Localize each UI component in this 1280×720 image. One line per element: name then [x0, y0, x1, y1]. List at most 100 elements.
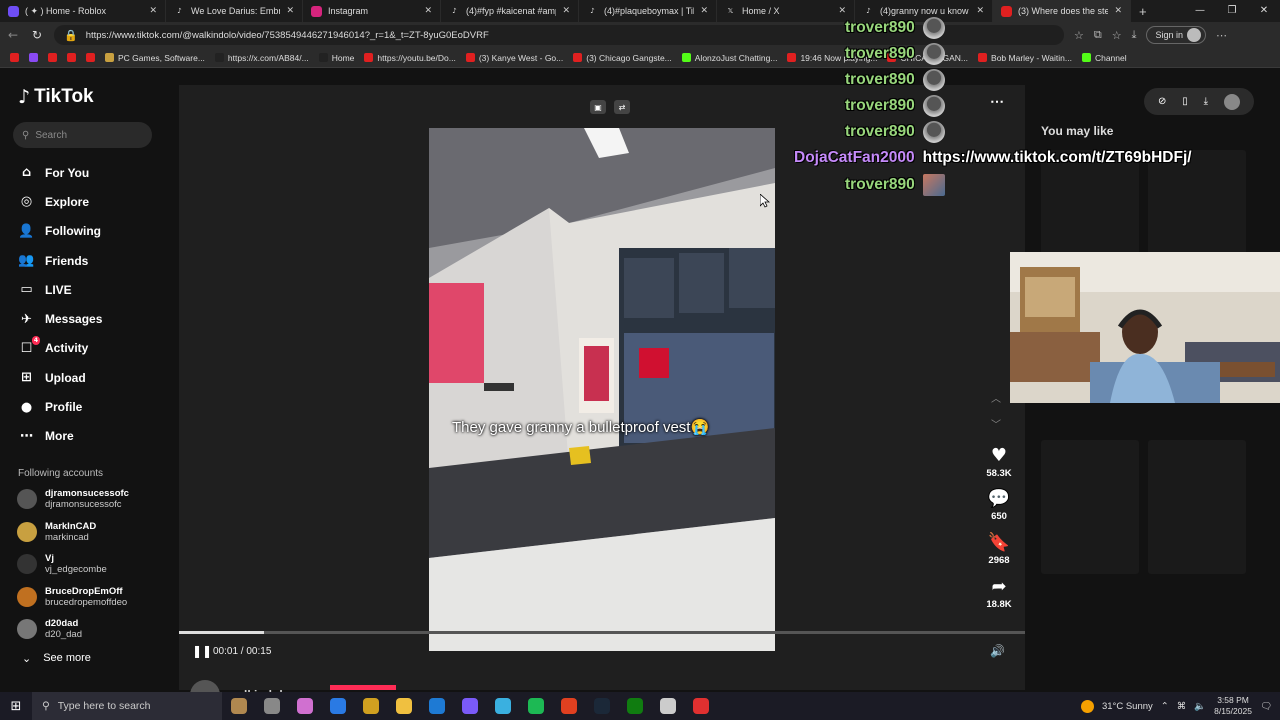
bookmark-item[interactable] [29, 53, 38, 62]
following-account[interactable]: djramonsucessofc djramonsucessofc [17, 488, 167, 510]
bookmark-item[interactable]: PC Games, Software... [105, 53, 205, 63]
close-icon[interactable]: ✕ [976, 6, 984, 16]
close-icon[interactable]: ✕ [1114, 6, 1122, 16]
like-button[interactable]: ♥ 58.3K [980, 445, 1018, 479]
network-icon[interactable]: ⌘ [1177, 701, 1187, 712]
sidebar-item-explore[interactable]: ◎ Explore [18, 187, 168, 216]
following-account[interactable]: Vj vj_edgecombe [17, 553, 167, 575]
new-tab-button[interactable]: + [1131, 4, 1155, 19]
sidebar-item-upload[interactable]: ⊞ Upload [18, 363, 168, 392]
share-button[interactable]: ➦ 18.8K [980, 576, 1018, 610]
recommended-card[interactable] [1148, 440, 1246, 574]
sidebar-item-for-you[interactable]: ⌂ For You [18, 158, 168, 187]
browser-tab[interactable]: ♪We Love Darius: Embracing✕ [166, 0, 303, 22]
bookmark-item[interactable]: AlonzoJust Chatting... [681, 53, 777, 63]
taskbar-app-icon[interactable] [222, 692, 255, 720]
sidebar-item-profile[interactable]: ● Profile [18, 392, 168, 421]
chevron-up-icon[interactable]: ︿ [991, 390, 1001, 405]
bookmark-item[interactable]: https://x.com/AB84/... [214, 53, 309, 63]
clock[interactable]: 3:58 PM 8/15/2025 [1214, 695, 1252, 717]
recommended-card[interactable] [1041, 440, 1139, 574]
minimize-icon[interactable]: — [1184, 0, 1216, 22]
sidebar-item-live[interactable]: ▭ LIVE [18, 275, 168, 304]
bookmark-item[interactable]: Channel [1081, 53, 1127, 63]
close-icon[interactable]: ✕ [424, 6, 432, 16]
following-account[interactable]: BruceDropEmOff brucedropemoffdeo [17, 586, 167, 608]
downloads-icon[interactable]: ⤓ [1132, 28, 1137, 42]
volume-icon[interactable]: 🔈 [1194, 701, 1206, 712]
close-icon[interactable]: ✕ [838, 6, 846, 16]
sidebar-item-messages[interactable]: ✈ Messages [18, 304, 168, 333]
taskbar-app-icon[interactable] [585, 692, 618, 720]
more-options-icon[interactable]: ⋯ [990, 93, 1004, 110]
favorites-icon[interactable]: ☆ [1112, 29, 1122, 42]
search-input[interactable]: ⚲ Search [13, 122, 152, 148]
avatar[interactable] [1224, 93, 1240, 110]
taskbar-app-icon[interactable] [651, 692, 684, 720]
chevron-up-icon[interactable]: ⌃ [1161, 701, 1169, 712]
bookmark-item[interactable]: Bob Marley - Waitin... [978, 53, 1072, 63]
coin-icon[interactable]: ⊘ [1158, 96, 1166, 107]
pip-icon[interactable]: ▣ [590, 100, 606, 114]
chevron-down-icon[interactable]: ﹀ [991, 416, 1001, 431]
bookmark-item[interactable] [10, 53, 19, 62]
lock-icon[interactable]: 🔒 [64, 29, 78, 42]
browser-tab[interactable]: ( ✦ ) Home - Roblox ✕ [0, 0, 166, 22]
taskbar-app-icon[interactable] [288, 692, 321, 720]
download-icon[interactable]: ⤓ [1204, 96, 1208, 107]
bookmark-item[interactable]: https://youtu.be/Do... [364, 53, 456, 63]
close-icon[interactable]: ✕ [286, 6, 294, 16]
browser-tab[interactable]: 𝕏 Home / X ✕ [717, 0, 855, 22]
sidebar-item-friends[interactable]: 👥 Friends [18, 246, 168, 275]
tiktok-logo[interactable]: ♪ TikTok [18, 86, 94, 108]
taskbar-app-icon[interactable] [486, 692, 519, 720]
browser-tab[interactable]: Instagram ✕ [303, 0, 441, 22]
taskbar-app-icon[interactable] [519, 692, 552, 720]
bookmark-item[interactable]: (3) Chicago Gangste... [573, 53, 672, 63]
taskbar-app-icon[interactable] [618, 692, 651, 720]
maximize-icon[interactable]: ❐ [1216, 0, 1248, 22]
captions-icon[interactable]: ⇄ [614, 100, 630, 114]
browser-tab[interactable]: ♪(4)#plaqueboymax | TikTok✕ [579, 0, 717, 22]
sidebar-item-activity[interactable]: ☐ 4 Activity [18, 334, 168, 363]
video-player[interactable] [429, 128, 775, 651]
comment-button[interactable]: 💬 650 [980, 488, 1018, 522]
taskbar-app-icon[interactable] [387, 692, 420, 720]
close-icon[interactable]: ✕ [149, 6, 157, 16]
taskbar-app-icon[interactable] [453, 692, 486, 720]
taskbar-app-icon[interactable] [354, 692, 387, 720]
follow-button[interactable] [330, 685, 396, 690]
taskbar-app-icon[interactable] [684, 692, 717, 720]
taskbar-app-icon[interactable] [420, 692, 453, 720]
close-icon[interactable]: ✕ [700, 6, 708, 16]
device-icon[interactable]: ▯ [1182, 96, 1188, 107]
volume-icon[interactable]: 🔊 [990, 644, 1005, 658]
bookmark-item[interactable] [86, 53, 95, 62]
taskbar-search-input[interactable]: ⚲ Type here to search [32, 692, 222, 720]
bookmark-item[interactable]: (3) Kanye West - Go... [465, 53, 563, 63]
sidebar-item-following[interactable]: 👤 Following [18, 217, 168, 246]
see-more-button[interactable]: ⌄ See more [22, 652, 91, 665]
menu-icon[interactable]: ⋯ [1216, 29, 1227, 42]
extensions-icon[interactable]: ⧉ [1094, 28, 1102, 42]
weather-text[interactable]: 31°C Sunny [1102, 701, 1153, 712]
following-account[interactable]: d20dad d20_dad [17, 618, 167, 640]
video-progress-bar[interactable] [179, 631, 1025, 634]
bookmark-item[interactable] [48, 53, 57, 62]
browser-tab[interactable]: ♪(4)#fyp #kaicenat #amp #v✕ [441, 0, 579, 22]
close-icon[interactable]: ✕ [562, 6, 570, 16]
bookmark-item[interactable] [67, 53, 76, 62]
notifications-icon[interactable]: 🗨 [1260, 701, 1272, 712]
bookmark-item[interactable]: Home [318, 53, 354, 63]
refresh-icon[interactable]: ↻ [30, 28, 44, 42]
windows-start-icon[interactable]: ⊞ [0, 699, 32, 714]
sign-in-button[interactable]: Sign in [1146, 26, 1207, 44]
save-button[interactable]: 🔖 2968 [980, 532, 1018, 566]
back-icon[interactable]: ← [6, 28, 20, 42]
browser-tab-active[interactable]: (3) Where does the stereot✕ [993, 0, 1131, 22]
star-icon[interactable]: ☆ [1074, 29, 1084, 42]
pause-icon[interactable]: ❚❚ [192, 644, 212, 658]
taskbar-app-icon[interactable] [321, 692, 354, 720]
following-account[interactable]: MarkInCAD markincad [17, 521, 167, 543]
taskbar-app-icon[interactable] [255, 692, 288, 720]
